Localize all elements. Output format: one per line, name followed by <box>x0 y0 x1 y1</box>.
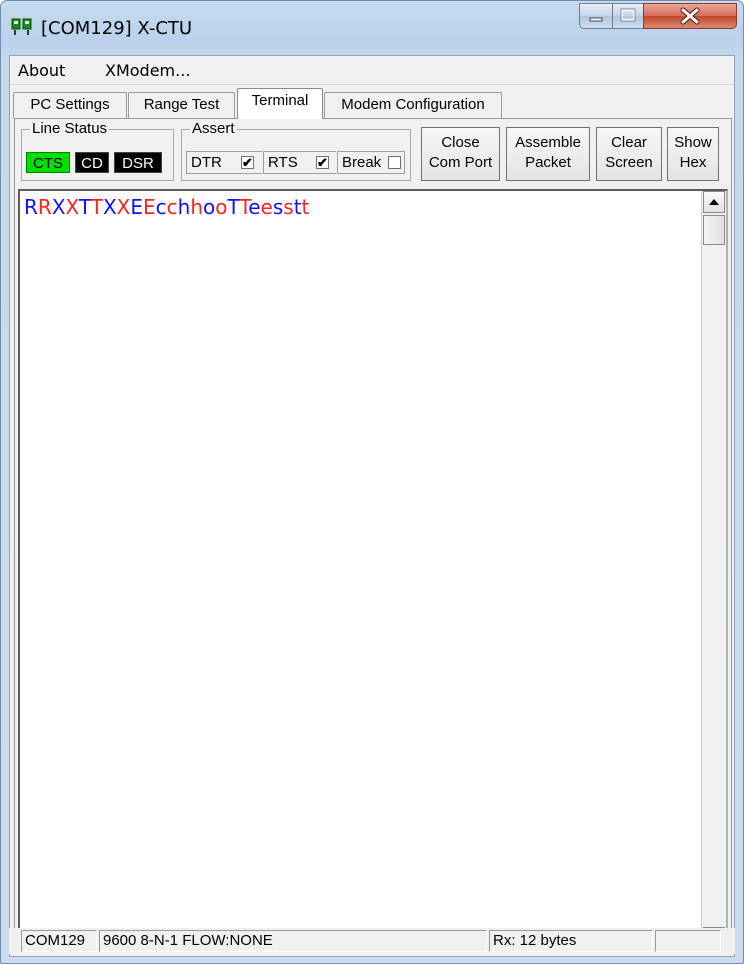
title-bar[interactable]: [COM129] X-CTU <box>1 1 743 55</box>
scroll-thumb[interactable] <box>703 215 725 245</box>
menu-about[interactable]: About <box>18 61 65 80</box>
terminal-char-sent: o <box>203 195 216 219</box>
assemble-packet-line1: Assemble <box>515 134 581 151</box>
dtr-toggle[interactable]: DTR ✔ <box>186 151 262 174</box>
break-label: Break <box>342 154 382 171</box>
terminal-char-received: X <box>116 195 131 219</box>
scroll-up-button[interactable] <box>703 191 725 213</box>
menu-xmodem[interactable]: XModem... <box>105 61 190 80</box>
xctu-app-icon <box>11 18 32 35</box>
vertical-scrollbar[interactable] <box>701 191 726 949</box>
window-title: [COM129] X-CTU <box>41 18 193 39</box>
assert-group: Assert DTR ✔ RTS ✔ Break <box>181 120 411 181</box>
minimize-icon <box>589 17 603 22</box>
clear-screen-line1: Clear <box>611 134 647 151</box>
terminal-char-sent: X <box>51 195 66 219</box>
assert-title: Assert <box>190 120 237 137</box>
show-hex-line1: Show <box>674 134 712 151</box>
terminal-text: RRXXTTXXEEcchhooTTeesstt <box>24 195 309 219</box>
status-bar: COM129 9600 8-N-1 FLOW:NONE Rx: 12 bytes <box>9 928 735 954</box>
terminal-char-received: X <box>65 195 79 219</box>
terminal-char-received: e <box>260 195 273 219</box>
clear-screen-button[interactable]: Clear Screen <box>596 127 662 181</box>
line-status-title: Line Status <box>30 120 110 137</box>
tab-strip: PC Settings Range Test Terminal Modem Co… <box>10 86 734 119</box>
dtr-checkbox[interactable]: ✔ <box>241 156 254 169</box>
close-icon <box>680 7 700 25</box>
assemble-packet-button[interactable]: Assemble Packet <box>506 127 590 181</box>
break-checkbox[interactable] <box>388 156 401 169</box>
rts-checkbox[interactable]: ✔ <box>316 156 329 169</box>
app-window: [COM129] X-CTU About XModem... PC Settin… <box>0 0 744 964</box>
line-status-group: Line Status CTS CD DSR <box>21 120 174 181</box>
terminal-char-sent: E <box>130 195 144 219</box>
show-hex-button[interactable]: Show Hex <box>667 127 719 181</box>
close-com-port-line2: Com Port <box>428 154 493 171</box>
terminal-char-sent: T <box>227 195 240 219</box>
terminal-char-received: s <box>283 195 294 219</box>
terminal-char-sent: c <box>155 195 167 219</box>
terminal-char-sent: R <box>24 195 38 219</box>
terminal-char-received: T <box>90 195 103 219</box>
terminal-char-sent: h <box>177 195 191 219</box>
terminal-char-received: o <box>215 195 228 219</box>
terminal-char-sent: X <box>102 195 117 219</box>
minimize-button[interactable] <box>579 3 613 29</box>
scroll-up-arrow-icon <box>709 199 719 205</box>
tab-modem-configuration[interactable]: Modem Configuration <box>324 92 502 118</box>
terminal-output[interactable]: RRXXTTXXEEcchhooTTeesstt <box>18 189 728 951</box>
dsr-indicator: DSR <box>114 152 162 173</box>
maximize-button[interactable] <box>612 3 644 29</box>
terminal-char-sent: t <box>293 195 302 219</box>
close-com-port-button[interactable]: Close Com Port <box>421 127 500 181</box>
tab-pc-settings[interactable]: PC Settings <box>13 92 127 118</box>
terminal-char-sent: T <box>78 195 91 219</box>
cts-indicator: CTS <box>26 152 70 173</box>
terminal-char-received: R <box>37 195 52 219</box>
status-rx-count: Rx: 12 bytes <box>489 930 653 952</box>
break-toggle[interactable]: Break <box>337 151 405 174</box>
menu-bar: About XModem... <box>10 56 734 85</box>
terminal-char-received: c <box>166 195 178 219</box>
terminal-char-received: h <box>190 195 204 219</box>
cd-indicator: CD <box>75 152 109 173</box>
status-extra <box>655 930 721 952</box>
assemble-packet-line2: Packet <box>525 154 571 171</box>
client-area: About XModem... PC Settings Range Test T… <box>9 55 735 957</box>
rts-toggle[interactable]: RTS ✔ <box>263 151 336 174</box>
close-com-port-line1: Close <box>441 134 480 151</box>
close-button[interactable] <box>643 3 737 29</box>
tab-terminal[interactable]: Terminal <box>237 88 323 119</box>
terminal-char-received: E <box>143 195 156 219</box>
rts-label: RTS <box>268 154 298 171</box>
terminal-panel: Line Status CTS CD DSR Assert DTR ✔ RTS … <box>14 118 732 954</box>
maximize-icon <box>620 8 636 22</box>
terminal-char-received: T <box>239 195 249 219</box>
terminal-char-sent: s <box>272 195 284 219</box>
terminal-char-sent: e <box>248 195 261 219</box>
show-hex-line2: Hex <box>679 154 707 171</box>
dtr-label: DTR <box>191 154 222 171</box>
tab-range-test[interactable]: Range Test <box>128 92 235 118</box>
status-port: COM129 <box>21 930 97 952</box>
terminal-char-received: t <box>301 195 310 219</box>
clear-screen-line2: Screen <box>605 154 653 171</box>
status-settings: 9600 8-N-1 FLOW:NONE <box>99 930 487 952</box>
